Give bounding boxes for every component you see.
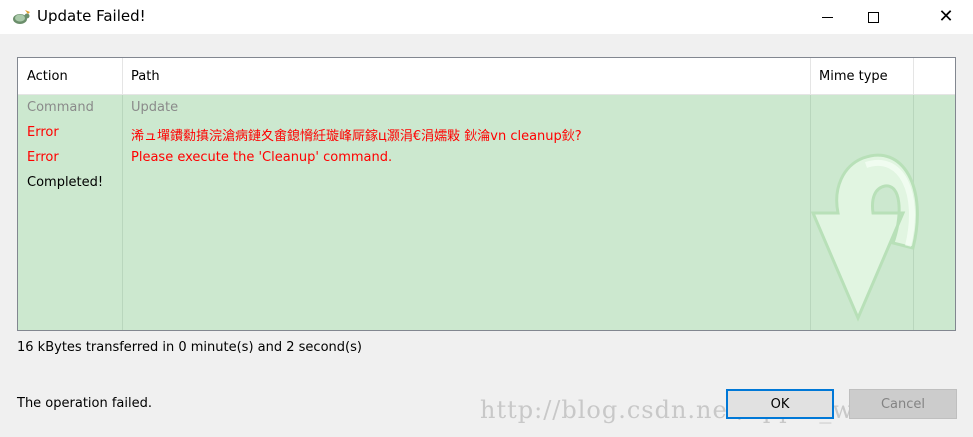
- transfer-status-text: 16 kBytes transferred in 0 minute(s) and…: [17, 340, 362, 355]
- row-action: Error: [27, 125, 59, 140]
- minimize-button[interactable]: [804, 0, 850, 34]
- column-header-path[interactable]: Path: [122, 58, 810, 95]
- column-header-action[interactable]: Action: [18, 58, 122, 95]
- header-divider[interactable]: [122, 58, 123, 94]
- operation-result-text: The operation failed.: [17, 396, 153, 411]
- list-row[interactable]: Completed!: [18, 175, 955, 200]
- header-divider[interactable]: [913, 58, 914, 94]
- row-action: Completed!: [27, 175, 104, 190]
- close-icon: ✕: [938, 6, 954, 27]
- row-path: Please execute the 'Cleanup' command.: [131, 150, 393, 165]
- header-divider[interactable]: [810, 58, 811, 94]
- list-header: Action Path Mime type: [18, 58, 955, 95]
- row-path: Update: [131, 100, 179, 115]
- close-button[interactable]: ✕: [919, 0, 973, 34]
- column-header-mime-type[interactable]: Mime type: [810, 58, 913, 95]
- list-row[interactable]: Error Please execute the 'Cleanup' comma…: [18, 150, 955, 175]
- title-bar: Update Failed! ✕: [0, 0, 973, 34]
- row-action: Error: [27, 150, 59, 165]
- list-row[interactable]: Error 浠ュ墠鐨勬搷浣滄病鏈夊畬鎴愶紝璇峰厛鎵ц灏涓€涓嬬敤 鈥淪vn cl…: [18, 125, 955, 150]
- watermark-text: http://blog.csdn.net/apple_wheat: [480, 396, 912, 424]
- maximize-icon: [867, 11, 879, 23]
- minimize-icon: [821, 16, 833, 18]
- cancel-button[interactable]: Cancel: [849, 389, 957, 419]
- maximize-button[interactable]: [850, 0, 896, 34]
- tortoise-svn-icon: [13, 10, 30, 24]
- list-row[interactable]: Command Update: [18, 100, 955, 125]
- results-list[interactable]: Action Path Mime type Command Update Err…: [17, 57, 956, 331]
- ok-button[interactable]: OK: [726, 389, 834, 419]
- window-title: Update Failed!: [37, 7, 146, 25]
- row-path: 浠ュ墠鐨勬搷浣滄病鏈夊畬鎴愶紝璇峰厛鎵ц灏涓€涓嬬敤 鈥淪vn cleanup鈥…: [131, 129, 582, 144]
- row-action: Command: [27, 100, 94, 115]
